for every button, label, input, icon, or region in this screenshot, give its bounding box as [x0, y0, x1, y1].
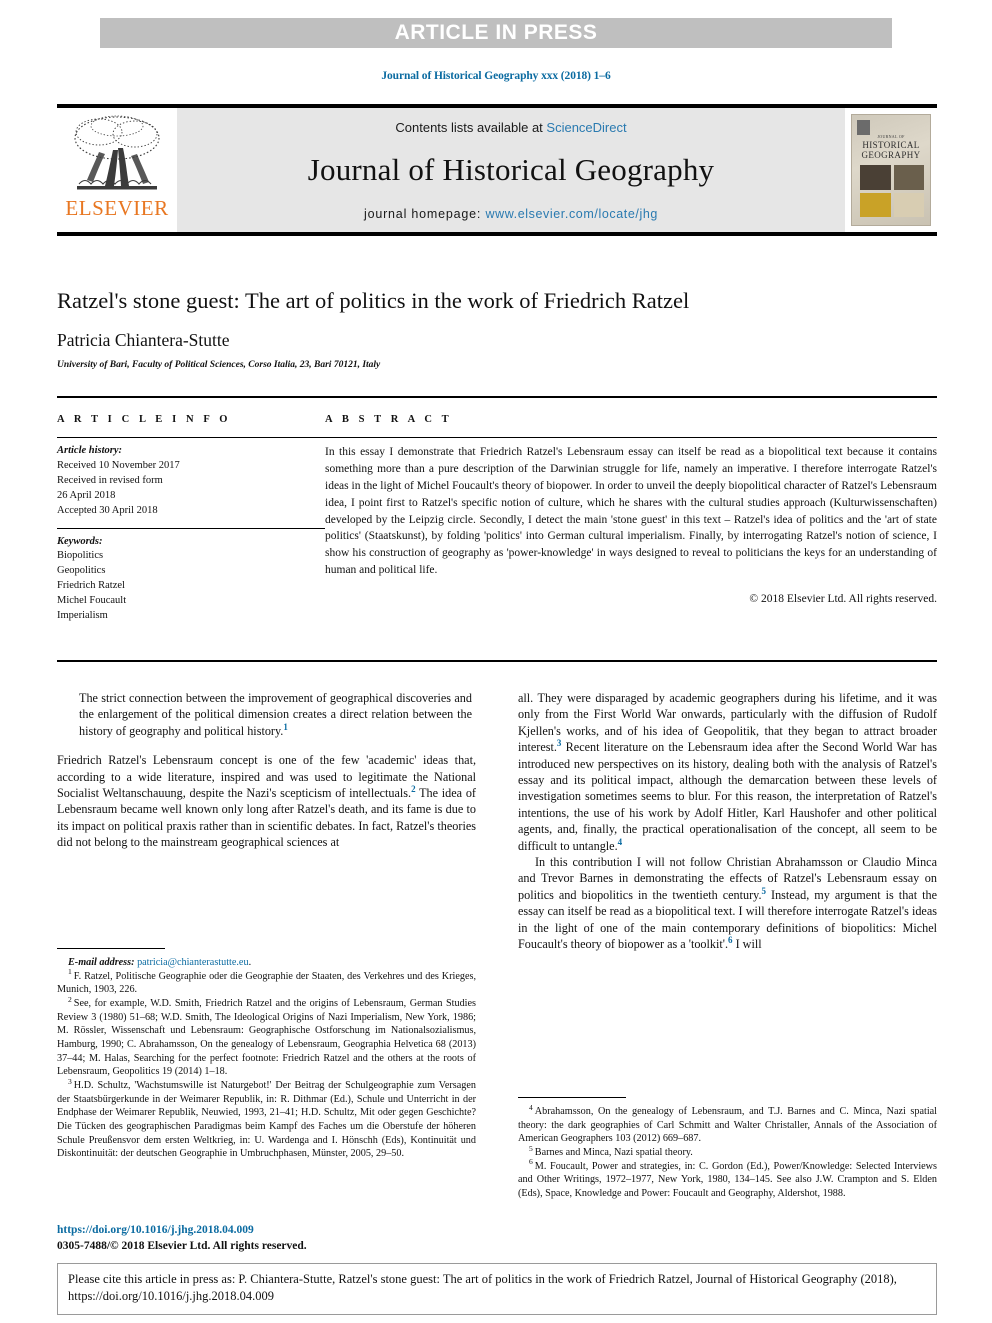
abstract-rule: [325, 437, 937, 438]
footnote-separator-rule: [57, 948, 165, 949]
contents-list-line: Contents lists available at ScienceDirec…: [395, 120, 626, 135]
article-history-item: Received 10 November 2017: [57, 459, 180, 471]
body-column-left: The strict connection between the improv…: [57, 690, 476, 953]
footnote-separator-rule: [518, 1097, 626, 1098]
email-trailing-period: .: [248, 957, 252, 968]
cover-image-cell: [860, 165, 891, 190]
body-paragraph-3-part-c: I will: [732, 937, 762, 952]
keywords-rule: [57, 527, 325, 529]
publisher-logo-area: ELSEVIER: [57, 108, 177, 232]
footnote-text: M. Foucault, Power and strategies, in: C…: [518, 1160, 937, 1200]
article-history-item: Received in revised form: [57, 474, 163, 486]
footnotes-left: E-mail address: patricia@chianterastutte…: [57, 948, 476, 1161]
footnotes-right: 4 Abrahamsson, On the genealogy of Lebens…: [518, 1097, 937, 1201]
sciencedirect-link[interactable]: ScienceDirect: [546, 120, 626, 135]
author-affiliation: University of Bari, Faculty of Political…: [57, 360, 381, 370]
masthead-center: Contents lists available at ScienceDirec…: [177, 108, 845, 232]
footnote-text: F. Ratzel, Politische Geographie oder di…: [57, 970, 476, 996]
footnote-item-4: 4 Abrahamsson, On the genealogy of Lebens…: [518, 1102, 937, 1146]
article-in-press-banner: ARTICLE IN PRESS: [100, 18, 892, 48]
cover-line-1: JOURNAL OF: [877, 134, 905, 139]
journal-homepage-line: journal homepage: www.elsevier.com/locat…: [364, 207, 658, 221]
epigraph-paragraph: The strict connection between the improv…: [79, 690, 472, 739]
cover-line-2: HISTORICAL GEOGRAPHY: [861, 140, 921, 161]
epigraph-text: The strict connection between the improv…: [79, 691, 472, 738]
body-columns: The strict connection between the improv…: [57, 690, 937, 953]
contents-prefix: Contents lists available at: [395, 119, 547, 135]
footnote-text: H.D. Schultz, 'Wachstumswille ist Naturg…: [57, 1080, 476, 1160]
footnote-marker: 2: [68, 994, 72, 1004]
journal-cover-thumbnail: JOURNAL OF HISTORICAL GEOGRAPHY: [851, 114, 931, 226]
email-address-label: E-mail address:: [68, 957, 135, 968]
abstract-heading: A B S T R A C T: [325, 414, 453, 425]
please-cite-text: Please cite this article in press as: P.…: [68, 1272, 897, 1303]
keyword-item: Geopolitics: [57, 565, 106, 577]
article-info-column: A R T I C L E I N F O Article history: R…: [57, 414, 325, 624]
footnote-item-5: 5 Barnes and Minca, Nazi spatial theory.: [518, 1143, 937, 1160]
article-info-heading: A R T I C L E I N F O: [57, 414, 232, 425]
footnote-item-1: 1 F. Ratzel, Politische Geographie oder d…: [57, 967, 476, 997]
cover-image-grid: [860, 165, 924, 217]
footnote-marker: 4: [529, 1102, 533, 1112]
cover-image-cell: [893, 165, 924, 190]
keywords-label: Keywords:: [57, 535, 103, 547]
journal-cover-area: JOURNAL OF HISTORICAL GEOGRAPHY: [845, 108, 937, 232]
keyword-item: Friedrich Ratzel: [57, 580, 125, 592]
page-title: Ratzel's stone guest: The art of politic…: [57, 288, 690, 313]
homepage-prefix: journal homepage:: [364, 206, 486, 221]
article-info-rule: [57, 437, 325, 438]
footnote-marker: 1: [68, 967, 72, 977]
body-column-right: all. They were disparaged by academic ge…: [518, 690, 937, 953]
please-cite-box: Please cite this article in press as: P.…: [57, 1263, 937, 1315]
cover-image-cell: [893, 192, 924, 217]
footnote-text: Abrahamsson, On the genealogy of Lebensr…: [518, 1106, 937, 1145]
journal-masthead: ELSEVIER Contents lists available at Sci…: [57, 104, 937, 236]
abstract-copyright: © 2018 Elsevier Ltd. All rights reserved…: [749, 593, 937, 606]
body-paragraph-2-part-b: Recent literature on the Lebensraum idea…: [518, 740, 937, 853]
article-in-press-label: ARTICLE IN PRESS: [394, 21, 598, 44]
elsevier-tree-icon: [69, 112, 165, 200]
title-block: Ratzel's stone guest: The art of politic…: [57, 287, 937, 370]
footnote-text: See, for example, W.D. Smith, Friedrich …: [57, 998, 476, 1078]
footnote-item-6: 6 M. Foucault, Power and strategies, in: …: [518, 1157, 937, 1201]
journal-homepage-link[interactable]: www.elsevier.com/locate/jhg: [485, 207, 658, 221]
email-address-link[interactable]: patricia@chianterastutte.eu: [137, 957, 249, 968]
keyword-item: Michel Foucault: [57, 595, 127, 607]
cover-publisher-badge: [857, 120, 870, 135]
footnote-ref-1[interactable]: 1: [283, 722, 288, 732]
footnote-email: E-mail address: patricia@chianterastutte…: [57, 956, 476, 970]
body-paragraph-3: In this contribution I will not follow C…: [518, 854, 937, 952]
doi-link[interactable]: https://doi.org/10.1016/j.jhg.2018.04.00…: [57, 1223, 517, 1239]
footnote-marker: 6: [529, 1157, 533, 1167]
keyword-item: Biopolitics: [57, 550, 104, 562]
issn-copyright-line: 0305-7488/© 2018 Elsevier Ltd. All right…: [57, 1239, 307, 1252]
author-name: Patricia Chiantera-Stutte: [57, 330, 230, 350]
abstract-text: In this essay I demonstrate that Friedri…: [325, 446, 937, 577]
abstract-divider: [57, 660, 937, 662]
abstract-column: A B S T R A C T In this essay I demonstr…: [325, 414, 937, 624]
body-paragraph-2: all. They were disparaged by academic ge…: [518, 690, 937, 854]
footnote-item-3: 3 H.D. Schultz, 'Wachstumswille ist Natur…: [57, 1076, 476, 1161]
info-abstract-row: A R T I C L E I N F O Article history: R…: [57, 414, 937, 624]
title-divider: [57, 396, 937, 398]
article-history-label: Article history:: [57, 445, 123, 456]
cover-image-cell: [860, 192, 891, 217]
keyword-item: Imperialism: [57, 610, 108, 622]
article-history-item: 26 April 2018: [57, 489, 116, 501]
footnote-text: Barnes and Minca, Nazi spatial theory.: [534, 1147, 693, 1159]
footnote-marker: 5: [529, 1143, 533, 1153]
footnote-ref-4[interactable]: 4: [618, 837, 623, 847]
doi-footer: https://doi.org/10.1016/j.jhg.2018.04.00…: [57, 1223, 517, 1254]
footnote-marker: 3: [68, 1076, 72, 1086]
article-history-item: Accepted 30 April 2018: [57, 504, 158, 516]
elsevier-wordmark: ELSEVIER: [65, 196, 169, 220]
running-head: Journal of Historical Geography xxx (201…: [381, 70, 611, 82]
journal-title: Journal of Historical Geography: [307, 151, 715, 187]
footnote-item-2: 2 See, for example, W.D. Smith, Friedrich…: [57, 994, 476, 1079]
body-paragraph-1: Friedrich Ratzel's Lebensraum concept is…: [57, 752, 476, 850]
